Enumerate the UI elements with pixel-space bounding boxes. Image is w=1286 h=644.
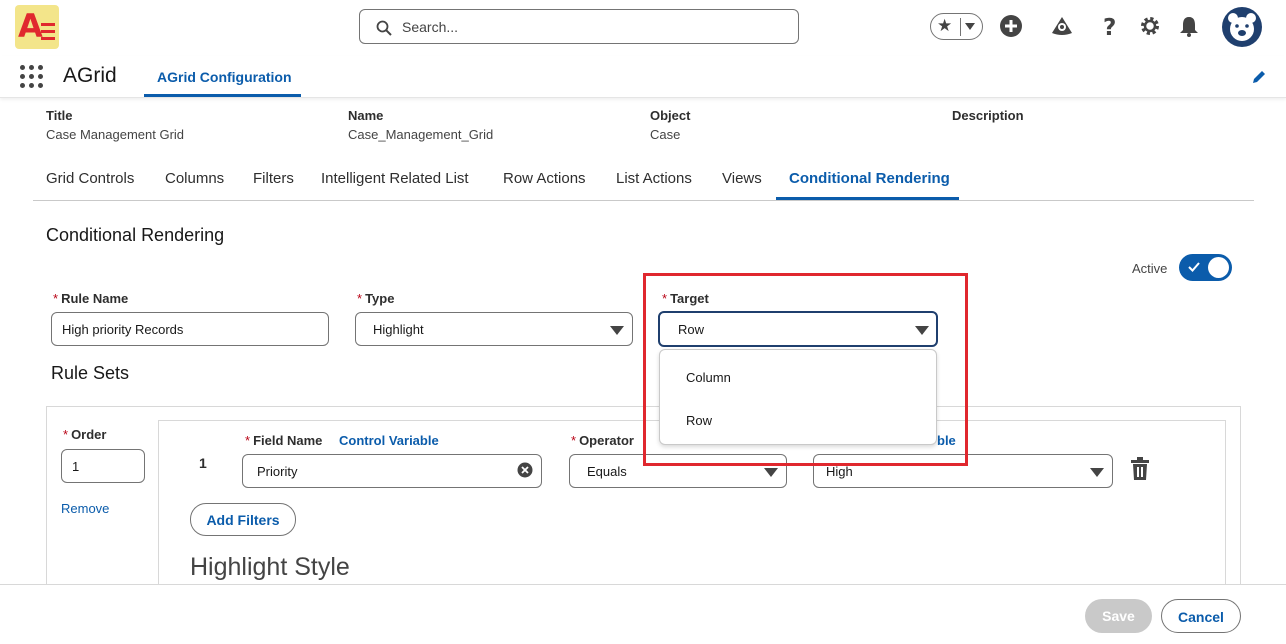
highlight-style-title: Highlight Style bbox=[190, 553, 350, 581]
type-select[interactable]: Highlight bbox=[355, 312, 633, 346]
target-option-row[interactable]: Row bbox=[686, 413, 712, 428]
tab-grid-controls[interactable]: Grid Controls bbox=[46, 170, 134, 187]
tab-filters[interactable]: Filters bbox=[253, 170, 294, 187]
active-tab-indicator bbox=[776, 197, 959, 200]
chevron-down-icon bbox=[610, 326, 624, 335]
condition-row-number: 1 bbox=[199, 455, 207, 471]
delete-trash-icon[interactable] bbox=[1129, 457, 1151, 481]
notifications-bell-icon[interactable] bbox=[1177, 14, 1201, 38]
edit-pencil-icon[interactable] bbox=[1251, 69, 1267, 85]
name-label: Name bbox=[348, 108, 384, 123]
value-control-variable-link[interactable]: ble bbox=[937, 433, 956, 448]
field-name-label: * Field Name bbox=[245, 433, 323, 448]
object-value: Case bbox=[650, 127, 681, 142]
tab-list-actions[interactable]: List Actions bbox=[616, 170, 692, 187]
chevron-down-icon bbox=[1090, 468, 1104, 477]
global-search-input[interactable]: Search... bbox=[359, 9, 799, 44]
rule-name-input[interactable]: High priority Records bbox=[51, 312, 329, 346]
tab-conditional-rendering[interactable]: Conditional Rendering bbox=[789, 170, 950, 187]
check-icon bbox=[1188, 262, 1200, 272]
user-avatar[interactable] bbox=[1222, 7, 1262, 47]
favorites-button[interactable]: ★ bbox=[930, 13, 983, 40]
name-value: Case_Management_Grid bbox=[348, 127, 494, 142]
chevron-down-icon[interactable] bbox=[965, 23, 975, 30]
tab-row-actions[interactable]: Row Actions bbox=[503, 170, 586, 187]
clear-icon[interactable] bbox=[517, 462, 533, 478]
cancel-button[interactable]: Cancel bbox=[1161, 599, 1241, 633]
description-label: Description bbox=[952, 108, 1024, 123]
app-launcher-icon[interactable] bbox=[20, 65, 44, 89]
type-label: * Type bbox=[357, 291, 395, 306]
svg-text:?: ? bbox=[1103, 15, 1116, 38]
section-title: Conditional Rendering bbox=[46, 225, 225, 245]
chevron-down-icon bbox=[915, 326, 929, 335]
setup-gear-icon[interactable] bbox=[1138, 14, 1162, 38]
control-variable-link[interactable]: Control Variable bbox=[339, 433, 439, 448]
operator-select[interactable]: Equals bbox=[569, 454, 787, 488]
rule-sets-title: Rule Sets bbox=[51, 363, 130, 383]
target-select[interactable]: Row bbox=[658, 311, 938, 347]
tab-columns[interactable]: Columns bbox=[165, 170, 224, 187]
title-value: Case Management Grid bbox=[46, 127, 185, 142]
chevron-down-icon bbox=[764, 468, 778, 477]
config-tabs: Grid Controls Columns Filters Intelligen… bbox=[33, 160, 1254, 201]
title-label: Title bbox=[46, 108, 73, 123]
favorites-star-icon: ★ bbox=[937, 16, 953, 35]
save-button[interactable]: Save bbox=[1085, 599, 1152, 633]
add-icon[interactable] bbox=[999, 14, 1023, 38]
target-dropdown-menu: Column Row bbox=[659, 349, 937, 445]
app-logo[interactable]: A bbox=[15, 5, 59, 49]
tab-views[interactable]: Views bbox=[722, 170, 762, 187]
active-toggle-label: Active bbox=[1132, 261, 1168, 276]
global-header: A Search... ★ ? bbox=[0, 0, 1286, 56]
bear-avatar-icon bbox=[1228, 13, 1256, 41]
object-label: Object bbox=[650, 108, 691, 123]
target-label: * Target bbox=[662, 291, 709, 306]
add-filters-button[interactable]: Add Filters bbox=[190, 503, 296, 536]
order-label: * Order bbox=[63, 427, 107, 442]
search-placeholder: Search... bbox=[402, 19, 459, 35]
order-input[interactable]: 1 bbox=[61, 449, 145, 483]
logo-letter-icon: A bbox=[18, 7, 43, 45]
help-icon[interactable]: ? bbox=[1098, 14, 1122, 38]
field-name-input[interactable]: Priority bbox=[242, 454, 542, 488]
rule-name-label: * Rule Name bbox=[53, 291, 129, 306]
tab-intelligent-related-list[interactable]: Intelligent Related List bbox=[321, 170, 469, 187]
trailhead-icon[interactable] bbox=[1050, 14, 1074, 38]
value-select[interactable]: High bbox=[813, 454, 1113, 488]
app-name: AGrid bbox=[63, 64, 117, 87]
active-toggle[interactable] bbox=[1179, 254, 1232, 281]
remove-link[interactable]: Remove bbox=[61, 501, 109, 516]
nav-tab-agrid-configuration[interactable]: AGrid Configuration bbox=[144, 56, 301, 97]
target-option-column[interactable]: Column bbox=[686, 370, 731, 385]
search-icon bbox=[376, 20, 392, 36]
operator-label: * Operator bbox=[571, 433, 634, 448]
app-navigation: AGrid AGrid Configuration bbox=[0, 56, 1286, 98]
